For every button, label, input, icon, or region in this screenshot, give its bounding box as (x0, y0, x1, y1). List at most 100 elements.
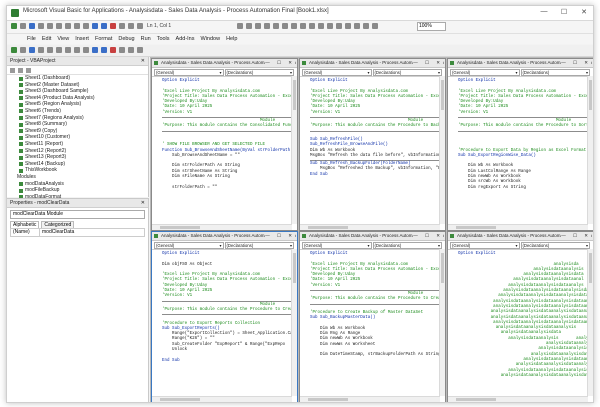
procedure-combo[interactable]: (Declarations) (372, 69, 442, 76)
tree-item[interactable]: Sheet8 (Summary) (11, 121, 148, 128)
tree-item[interactable]: Sheet9 (Copy) (11, 128, 148, 135)
vertical-scrollbar[interactable] (439, 76, 445, 224)
horizontal-scrollbar[interactable] (152, 396, 292, 402)
toggle-folders-icon[interactable] (26, 67, 31, 73)
menu-help[interactable]: Help (226, 36, 237, 42)
call-stack-icon[interactable] (372, 23, 378, 29)
object-combo[interactable]: (General) (154, 69, 224, 76)
menu-insert[interactable]: Insert (75, 36, 89, 42)
menu-edit[interactable]: Edit (42, 36, 51, 42)
tree-item[interactable]: Sheet4 (Product Data Analysis) (11, 95, 148, 102)
pause-icon[interactable] (101, 47, 107, 53)
menu-format[interactable]: Format (95, 36, 112, 42)
code-window[interactable]: Analysisdata - Sales Data Analysis - Pro… (447, 231, 593, 402)
procedure-combo[interactable]: (Declarations) (224, 69, 294, 76)
tree-item[interactable]: Sheet12 (Report2) (11, 148, 148, 155)
tree-item[interactable]: Sheet2 (Master Dataset) (11, 82, 148, 89)
paste-icon[interactable] (56, 23, 62, 29)
properties-close-icon[interactable]: ✕ (141, 199, 145, 207)
horizontal-scrollbar[interactable] (300, 224, 440, 230)
step-over-icon[interactable] (345, 23, 351, 29)
redo-text-icon[interactable] (83, 47, 89, 53)
undo-icon[interactable] (74, 23, 80, 29)
code-window-controls[interactable]: — ☐ ✕ (265, 232, 295, 240)
tree-item[interactable]: Sheet10 (Customer) (11, 134, 148, 141)
vertical-scrollbar[interactable] (587, 76, 593, 224)
help-icon[interactable] (137, 47, 143, 53)
menu-tools[interactable]: Tools (157, 36, 170, 42)
menu-window[interactable]: Window (201, 36, 221, 42)
object-browser-icon[interactable] (119, 47, 125, 53)
object-combo[interactable]: (General) (302, 242, 372, 249)
vertical-scrollbar[interactable] (291, 76, 297, 224)
zoom-combo[interactable]: 100% (417, 22, 446, 31)
horizontal-scrollbar[interactable] (448, 396, 588, 402)
paste-text-icon[interactable] (56, 47, 62, 53)
tree-item[interactable]: ThisWorkbook (11, 167, 148, 174)
cut-icon[interactable] (38, 23, 44, 29)
code-window-title[interactable]: Analysisdata - Sales Data Analysis - Pro… (152, 232, 297, 241)
insert-icon[interactable] (20, 23, 26, 29)
tree-item[interactable]: Sheet14 (Backup) (11, 161, 148, 168)
copy-icon[interactable] (47, 23, 53, 29)
menu-run[interactable]: Run (141, 36, 151, 42)
code-window-title[interactable]: Analysisdata - Sales Data Analysis - Pro… (300, 59, 445, 68)
code-window-title[interactable]: Analysisdata - Sales Data Analysis - Pro… (448, 232, 593, 241)
menu-view[interactable]: View (57, 36, 69, 42)
code-window-title[interactable]: Analysisdata - Sales Data Analysis - Pro… (300, 232, 445, 241)
property-row-name[interactable]: (Name) modClearData (10, 228, 145, 237)
code-window-title[interactable]: Analysisdata - Sales Data Analysis - Pro… (448, 59, 593, 68)
stop-icon[interactable] (110, 47, 116, 53)
tree-item[interactable]: Sheet7 (Regions Analysis) (11, 115, 148, 122)
view-object-icon[interactable] (18, 67, 23, 73)
tree-item[interactable]: Sheet3 (Dashboard Sample) (11, 88, 148, 95)
procedure-combo[interactable]: (Declarations) (372, 242, 442, 249)
object-combo[interactable]: (General) (450, 69, 520, 76)
code-editor[interactable]: Option Explicit 'Excel Live Project By A… (162, 79, 297, 191)
cut-text-icon[interactable] (38, 47, 44, 53)
uncomment-block-icon[interactable] (273, 23, 279, 29)
vertical-scrollbar[interactable] (439, 249, 445, 396)
toggle-breakpoint-icon[interactable] (255, 23, 261, 29)
code-window-controls[interactable]: — ☐ ✕ (413, 232, 443, 240)
horizontal-scrollbar[interactable] (152, 224, 292, 230)
save-file-icon[interactable] (29, 47, 35, 53)
menu-file[interactable]: File (27, 36, 36, 42)
close-button[interactable]: ✕ (579, 8, 589, 16)
tree-item[interactable]: Sheet6 (Trends) (11, 108, 148, 115)
code-window-controls[interactable]: — ☐ ✕ (561, 59, 591, 67)
prev-bookmark-icon[interactable] (300, 23, 306, 29)
code-window-controls[interactable]: — ☐ ✕ (561, 232, 591, 240)
clear-bookmarks-icon[interactable] (309, 23, 315, 29)
tree-item[interactable]: Sheet1 (Dashboard) (11, 75, 148, 82)
tree-item[interactable]: Sheet13 (Report3) (11, 154, 148, 161)
undo-text-icon[interactable] (74, 47, 80, 53)
redo-icon[interactable] (83, 23, 89, 29)
list-members-icon[interactable] (318, 23, 324, 29)
design-mode-icon[interactable] (119, 23, 125, 29)
tree-item[interactable]: Modules (11, 174, 148, 181)
outdent-icon[interactable] (246, 23, 252, 29)
search-icon[interactable] (65, 47, 71, 53)
object-combo[interactable]: (General) (302, 69, 372, 76)
insert-module-icon[interactable] (20, 47, 26, 53)
bookmark-icon[interactable] (282, 23, 288, 29)
code-editor[interactable]: Option Explicit analysisda analysisdataa… (458, 252, 593, 379)
maximize-button[interactable]: ☐ (559, 8, 569, 16)
horizontal-scrollbar[interactable] (448, 224, 588, 230)
next-bookmark-icon[interactable] (291, 23, 297, 29)
menu-addins[interactable]: Add-Ins (176, 36, 195, 42)
procedure-combo[interactable]: (Declarations) (224, 242, 294, 249)
code-window-controls[interactable]: — ☐ ✕ (413, 59, 443, 67)
toolbox-icon[interactable] (128, 47, 134, 53)
property-name-value[interactable]: modClearData (40, 229, 74, 236)
tree-item[interactable]: Sheet5 (Region Analysis) (11, 101, 148, 108)
code-window[interactable]: Analysisdata - Sales Data Analysis - Pro… (299, 231, 446, 402)
vertical-scrollbar[interactable] (587, 249, 593, 396)
break-icon[interactable] (101, 23, 107, 29)
vertical-scrollbar[interactable] (291, 249, 297, 396)
menu-debug[interactable]: Debug (118, 36, 134, 42)
step-into-icon[interactable] (336, 23, 342, 29)
code-window-title[interactable]: Analysisdata - Sales Data Analysis - Pro… (152, 59, 297, 68)
code-window[interactable]: Analysisdata - Sales Data Analysis - Pro… (447, 58, 593, 231)
